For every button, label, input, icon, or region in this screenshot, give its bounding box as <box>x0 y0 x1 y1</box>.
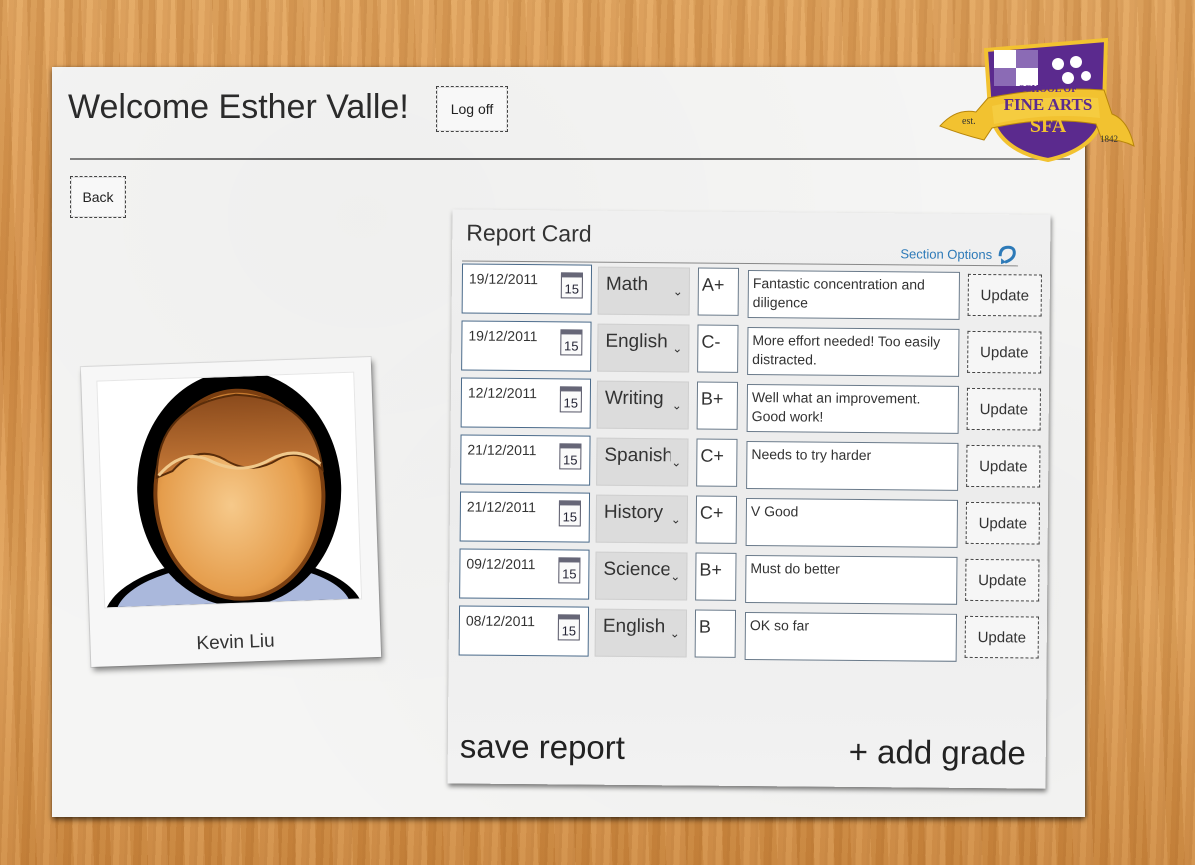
grade-row: 12/12/2011 15 Writing ⌄ B+ Well what an … <box>460 377 1041 434</box>
back-button[interactable]: Back <box>70 176 126 218</box>
section-options-link[interactable]: Section Options <box>900 243 1018 265</box>
chevron-down-icon: ⌄ <box>672 284 683 299</box>
update-button[interactable]: Update <box>966 387 1041 431</box>
grade-row: 08/12/2011 15 English ⌄ B OK so far Upda… <box>458 605 1039 662</box>
subject-dropdown[interactable]: Spanish ⌄ <box>596 437 689 487</box>
date-field[interactable]: 21/12/2011 15 <box>459 491 591 543</box>
comment-field[interactable]: Fantastic concentration and diligence <box>747 269 960 320</box>
grade-row: 19/12/2011 15 Math ⌄ A+ Fantastic concen… <box>461 263 1042 320</box>
date-value: 19/12/2011 <box>468 327 538 345</box>
update-button[interactable]: Update <box>967 273 1042 317</box>
update-button[interactable]: Update <box>967 330 1042 374</box>
subject-dropdown[interactable]: English ⌄ <box>597 323 690 373</box>
subject-value: Spanish <box>604 444 671 467</box>
date-field[interactable]: 19/12/2011 15 <box>461 320 592 372</box>
subject-dropdown[interactable]: Math ⌄ <box>597 266 691 316</box>
crest-line2: FINE ARTS <box>1004 95 1093 114</box>
update-button[interactable]: Update <box>965 558 1040 602</box>
comment-field[interactable]: V Good <box>745 497 959 548</box>
grade-field[interactable]: C+ <box>696 438 738 487</box>
date-value: 21/12/2011 <box>466 498 537 516</box>
header-divider <box>70 158 1070 160</box>
update-button[interactable]: Update <box>965 501 1040 545</box>
grade-field[interactable]: C+ <box>695 495 738 544</box>
subject-value: English <box>602 615 666 638</box>
report-card-title: Report Card <box>466 219 592 247</box>
student-avatar-icon <box>96 371 363 609</box>
grade-field[interactable]: B <box>694 609 737 658</box>
grade-row: 21/12/2011 15 Spanish ⌄ C+ Needs to try … <box>460 434 1041 491</box>
crest-line1: SCHOOL OF <box>1019 84 1078 95</box>
calendar-icon[interactable]: 15 <box>560 272 583 299</box>
date-field[interactable]: 21/12/2011 15 <box>460 434 591 486</box>
grade-field[interactable]: A+ <box>697 267 740 316</box>
student-name: Kevin Liu <box>196 630 275 655</box>
comment-field[interactable]: More effort needed! Too easily distracte… <box>747 326 960 377</box>
add-grade-button[interactable]: + add grade <box>849 733 1026 773</box>
date-value: 19/12/2011 <box>468 270 539 288</box>
chevron-down-icon: ⌄ <box>670 569 681 584</box>
date-value: 21/12/2011 <box>467 441 537 459</box>
comment-field[interactable]: Needs to try harder <box>746 440 959 491</box>
chevron-down-icon: ⌄ <box>672 341 683 356</box>
subject-value: Writing <box>604 387 664 410</box>
update-button[interactable]: Update <box>966 444 1041 488</box>
calendar-icon[interactable]: 15 <box>559 443 582 470</box>
chevron-down-icon: ⌄ <box>669 626 680 641</box>
chevron-down-icon: ⌄ <box>671 455 682 470</box>
subject-dropdown[interactable]: Writing ⌄ <box>596 380 690 430</box>
calendar-icon[interactable]: 15 <box>558 500 581 527</box>
date-value: 09/12/2011 <box>466 555 536 573</box>
date-field[interactable]: 19/12/2011 15 <box>461 263 593 315</box>
subject-value: Math <box>605 273 649 296</box>
comment-field[interactable]: Well what an improvement. Good work! <box>746 383 959 434</box>
grade-field[interactable]: B+ <box>695 552 737 601</box>
calendar-icon[interactable]: 15 <box>557 614 580 641</box>
grade-field[interactable]: C- <box>697 324 739 373</box>
date-value: 12/12/2011 <box>467 384 538 402</box>
update-button[interactable]: Update <box>964 615 1039 659</box>
report-card-panel: Report Card Section Options 19/12/2011 1… <box>447 209 1051 789</box>
subject-value: Science <box>603 558 670 581</box>
grade-row: 21/12/2011 15 History ⌄ C+ V Good Update <box>459 491 1040 548</box>
calendar-icon[interactable]: 15 <box>559 386 582 413</box>
save-report-button[interactable]: save report <box>460 727 625 766</box>
comment-field[interactable]: OK so far <box>744 611 958 662</box>
subject-value: English <box>605 330 668 353</box>
date-field[interactable]: 09/12/2011 15 <box>459 548 590 600</box>
welcome-heading: Welcome Esther Valle! <box>68 88 409 126</box>
chevron-down-icon: ⌄ <box>671 398 682 413</box>
crest-year: 1842 <box>1100 134 1118 144</box>
date-value: 08/12/2011 <box>465 612 536 630</box>
subject-dropdown[interactable]: History ⌄ <box>595 494 689 544</box>
crest-initials: SFA <box>1030 115 1067 137</box>
subject-dropdown[interactable]: English ⌄ <box>594 608 688 658</box>
logoff-button[interactable]: Log off <box>436 86 508 132</box>
comment-field[interactable]: Must do better <box>745 554 958 605</box>
grade-row: 09/12/2011 15 Science ⌄ B+ Must do bette… <box>459 548 1040 605</box>
refresh-arrow-icon <box>998 245 1016 265</box>
chevron-down-icon: ⌄ <box>670 512 681 527</box>
date-field[interactable]: 12/12/2011 15 <box>460 377 592 429</box>
grade-field[interactable]: B+ <box>696 381 739 430</box>
date-field[interactable]: 08/12/2011 15 <box>458 605 590 657</box>
subject-value: History <box>603 501 664 524</box>
section-options-label: Section Options <box>900 245 993 262</box>
school-crest-logo: SCHOOL OF FINE ARTS SFA est. 1842 <box>936 28 1136 168</box>
crest-est: est. <box>962 116 976 127</box>
calendar-icon[interactable]: 15 <box>560 329 583 356</box>
subject-dropdown[interactable]: Science ⌄ <box>595 551 688 601</box>
grade-row: 19/12/2011 15 English ⌄ C- More effort n… <box>461 320 1042 377</box>
calendar-icon[interactable]: 15 <box>558 557 581 584</box>
student-photo-card: Kevin Liu <box>80 357 382 667</box>
